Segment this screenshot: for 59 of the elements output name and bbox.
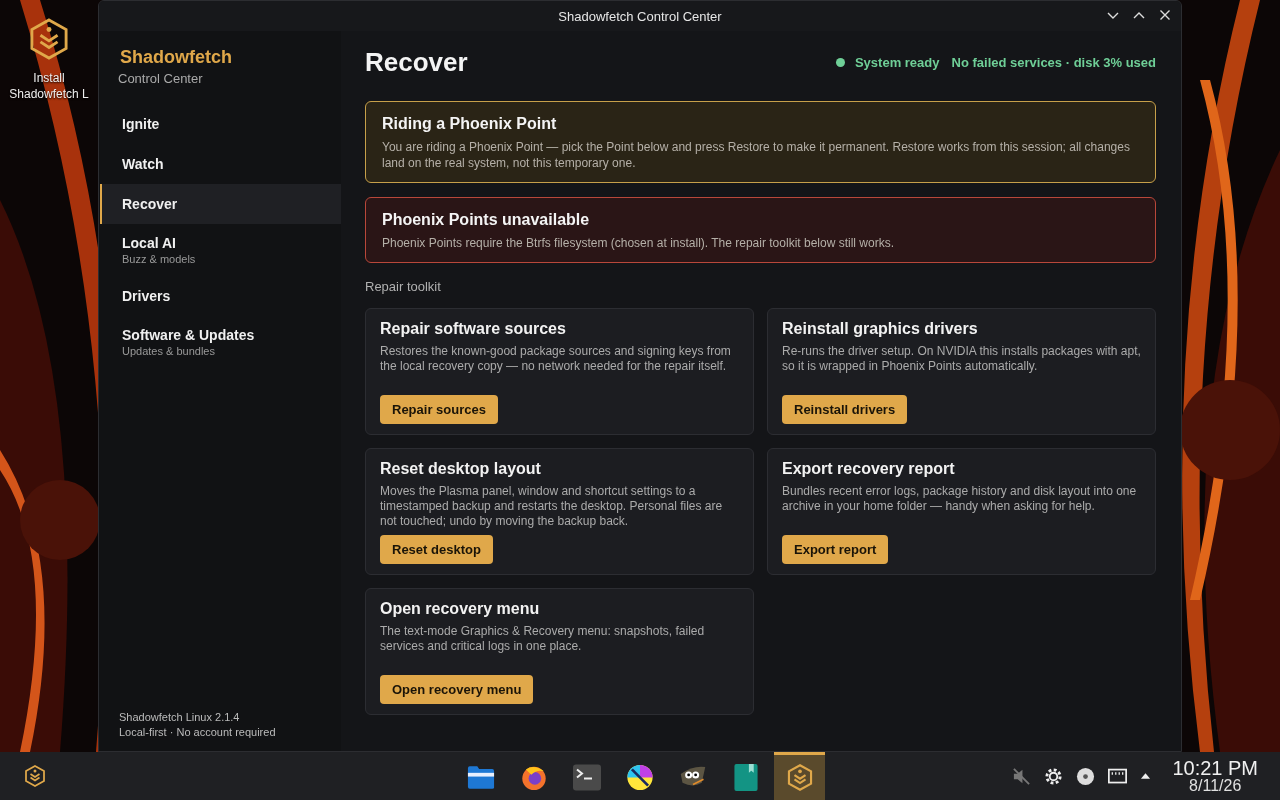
nav-label: Ignite bbox=[122, 116, 161, 132]
card-title: Reinstall graphics drivers bbox=[782, 320, 979, 338]
nav-label: Watch bbox=[122, 156, 165, 172]
card-title: Open recovery menu bbox=[380, 600, 541, 618]
status-detail: No failed services · disk 3% used bbox=[951, 54, 1156, 70]
nav-item[interactable]: Watch bbox=[100, 144, 341, 184]
nav-item[interactable]: Ignite bbox=[100, 104, 341, 144]
card-description: Moves the Plasma panel, window and shortcut settings to a timestamped backup and restarts the desktop. Personal files are not touched; undo by moving the backup back. bbox=[380, 484, 724, 530]
card-description: Re-runs the driver setup. On NVIDIA this installs packages with apt, so it is wrapped in Phoenix Points automatically. bbox=[782, 344, 1141, 375]
action-button[interactable]: Export report bbox=[782, 535, 889, 564]
nav-item[interactable]: Drivers bbox=[100, 276, 341, 316]
banner-title: Phoenix Points unavailable bbox=[382, 211, 591, 229]
paint-brush-icon bbox=[625, 764, 654, 791]
nav-sublabel: Buzz & models bbox=[122, 253, 197, 265]
window-title: Shadowfetch Control Center bbox=[558, 8, 722, 24]
card-title: Export recovery report bbox=[782, 460, 956, 478]
disc-icon[interactable] bbox=[1076, 766, 1096, 786]
folder-icon bbox=[466, 764, 495, 791]
footer-text: Local-first · No account required bbox=[119, 726, 277, 738]
nav-item[interactable]: Local AI Buzz & models bbox=[100, 224, 341, 276]
brand-subtitle: Control Center bbox=[118, 71, 204, 86]
network-port-icon[interactable] bbox=[1108, 766, 1128, 786]
fox-globe-icon bbox=[519, 764, 548, 791]
nav-label: Drivers bbox=[122, 288, 172, 304]
close-icon[interactable] bbox=[1159, 9, 1171, 21]
page-title: Recover bbox=[365, 46, 468, 78]
nav-sublabel: Updates & bundles bbox=[122, 345, 216, 357]
card-description: The text-mode Graphics & Recovery menu: snapshots, failed services and critical logs in one place. bbox=[380, 624, 706, 655]
card-title: Repair software sources bbox=[380, 320, 567, 338]
card-description: Restores the known-good package sources and signing keys from the local recovery copy — no network needed for the repair itself. bbox=[380, 344, 732, 375]
action-button[interactable]: Reset desktop bbox=[380, 535, 493, 564]
nav-label: Local AI bbox=[122, 235, 177, 251]
nav-label: Recover bbox=[122, 196, 179, 212]
status-text: System ready bbox=[854, 54, 940, 70]
terminal-icon bbox=[572, 764, 601, 791]
shield-logo-icon[interactable] bbox=[30, 18, 68, 60]
nav-item[interactable]: Software & Updates Updates & bundles bbox=[100, 316, 341, 368]
nav-item[interactable]: Recover bbox=[100, 184, 341, 224]
shield-logo-icon bbox=[785, 764, 814, 791]
banner-text: Phoenix Points require the Btrfs filesystem (chosen at install). The repair toolkit below still works. bbox=[382, 235, 895, 251]
footer-text: Shadowfetch Linux 2.1.4 bbox=[119, 711, 241, 723]
nav-label: Software & Updates bbox=[122, 327, 256, 343]
card-description: Bundles recent error logs, package history and disk layout into one archive in your home folder — handy when asking for help. bbox=[782, 484, 1138, 515]
banner-title: Riding a Phoenix Point bbox=[382, 115, 558, 133]
expand-arrow-icon[interactable] bbox=[1140, 772, 1152, 780]
clock-date[interactable]: 8/11/26 bbox=[1189, 778, 1242, 794]
action-button[interactable]: Repair sources bbox=[380, 395, 498, 424]
muted-speaker-icon[interactable] bbox=[1012, 766, 1032, 786]
section-label: Repair toolkit bbox=[365, 279, 442, 294]
shield-logo-icon[interactable] bbox=[25, 765, 45, 787]
brightness-icon[interactable] bbox=[1044, 766, 1064, 786]
banner-text: You are riding a Phoenix Point — pick the Point below and press Restore to make it permanent. Restore works from this session; all changes land on the real system, not this temporary one. bbox=[382, 139, 1131, 171]
clock-time[interactable]: 10:21 PM bbox=[1172, 758, 1258, 778]
card-title: Reset desktop layout bbox=[380, 460, 542, 478]
action-button[interactable]: Open recovery menu bbox=[380, 675, 534, 704]
notebook-icon bbox=[731, 764, 760, 791]
brand-name: Shadowfetch bbox=[120, 47, 233, 68]
action-button[interactable]: Reinstall drivers bbox=[782, 395, 908, 424]
status-dot-icon bbox=[835, 57, 845, 67]
